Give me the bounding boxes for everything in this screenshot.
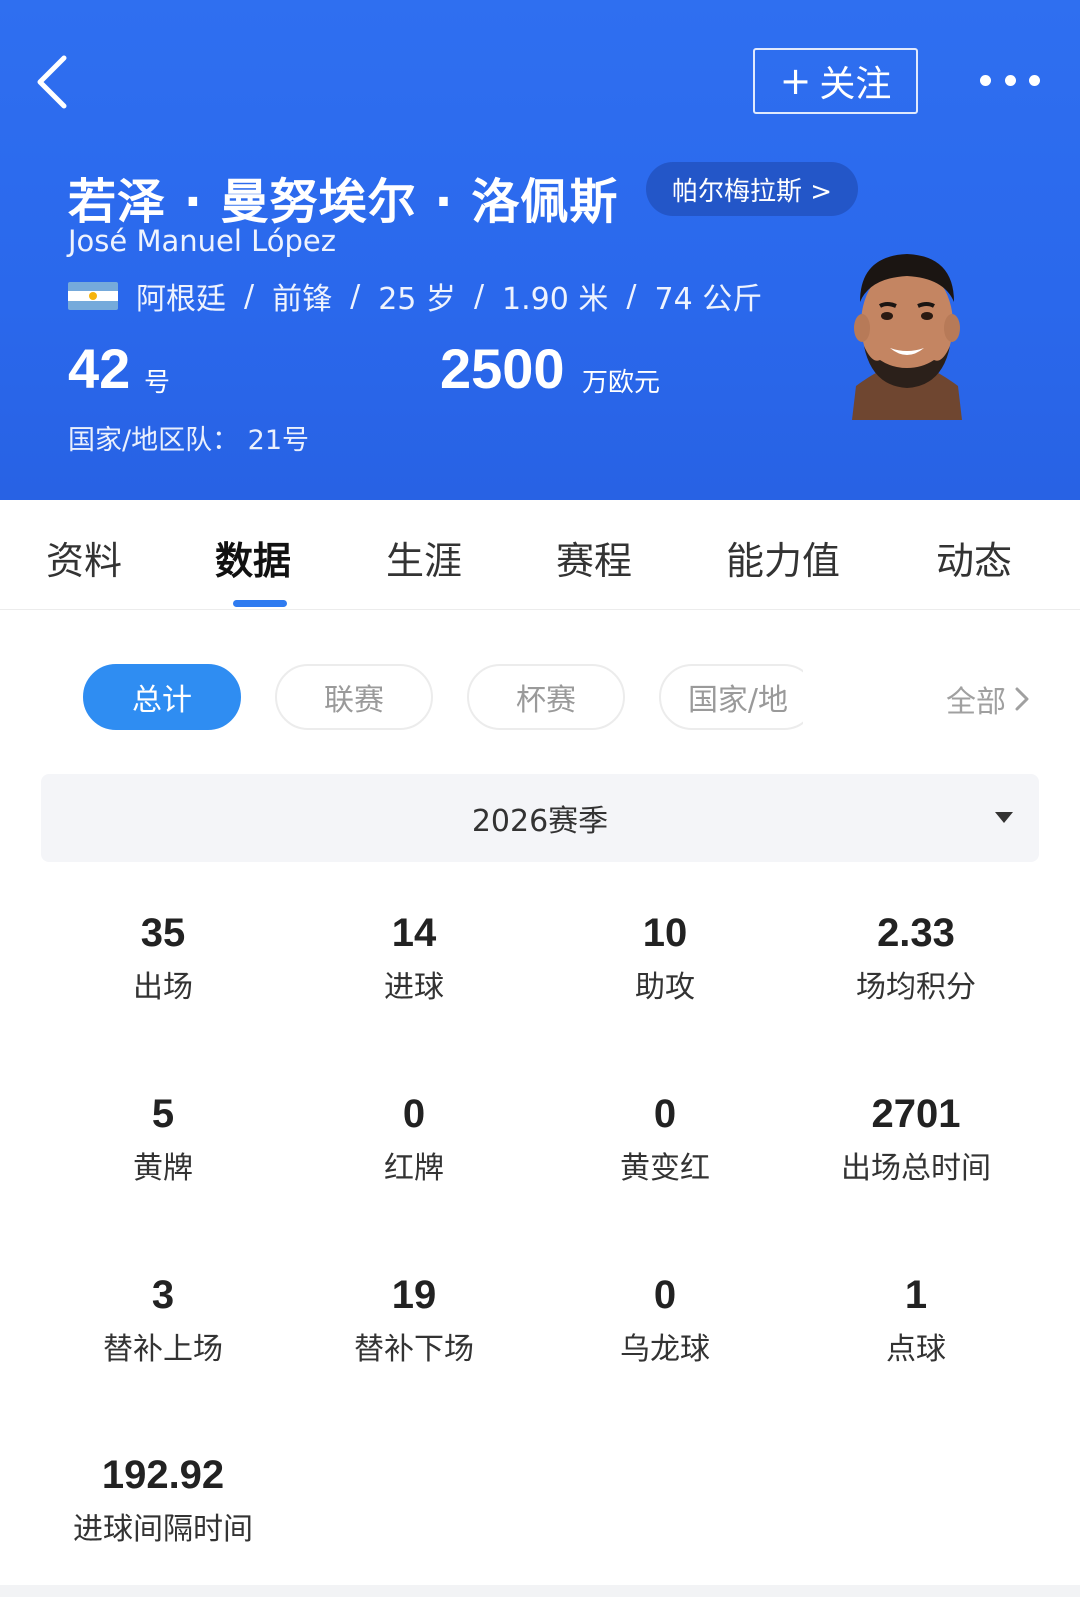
stat-value: 10 — [642, 911, 688, 955]
plus-icon: + — [779, 59, 812, 103]
stat-label: 点球 — [886, 1332, 946, 1367]
info-separator: / — [473, 278, 485, 314]
stat-points-per-game: 2.33 场均积分 — [791, 908, 1041, 1008]
all-label: 全部 — [946, 685, 1006, 720]
player-name-latin: José Manuel López — [68, 224, 336, 258]
player-header: + 关注 若泽 · 曼努埃尔 · 洛佩斯 帕尔梅拉斯 > José Manuel… — [0, 0, 1080, 500]
chip-league[interactable]: 联赛 — [275, 664, 433, 730]
stat-value: 2701 — [871, 1092, 961, 1136]
stat-label: 出场 — [133, 970, 193, 1005]
tab-bar: 资料 数据 生涯 赛程 能力值 动态 — [0, 500, 1080, 610]
info-separator: / — [350, 278, 361, 314]
stat-value: 35 — [140, 911, 186, 955]
stat-label: 替补下场 — [354, 1332, 474, 1367]
market-value-unit: 万欧元 — [582, 368, 661, 398]
all-filters-link[interactable]: 全部 — [946, 677, 1030, 721]
tab-profile[interactable]: 资料 — [46, 530, 122, 585]
back-arrow-icon — [37, 55, 67, 109]
caret-down-icon — [995, 812, 1013, 823]
argentina-flag-icon — [68, 282, 118, 310]
stat-value: 2.33 — [877, 911, 955, 955]
stat-own-goals: 0 乌龙球 — [540, 1270, 790, 1370]
active-tab-indicator — [233, 600, 287, 607]
tab-ability[interactable]: 能力值 — [726, 530, 840, 585]
stat-label: 替补上场 — [103, 1332, 223, 1367]
chip-national[interactable]: 国家/地 — [659, 664, 817, 730]
stat-label: 进球 — [384, 970, 444, 1005]
stat-value: 0 — [653, 1273, 677, 1317]
info-separator: / — [244, 278, 255, 314]
position: 前锋 — [272, 282, 333, 317]
height: 1.90 米 — [502, 282, 609, 317]
season-selected: 2026赛季 — [471, 804, 609, 839]
stat-label: 黄变红 — [620, 1151, 710, 1186]
more-dots-icon — [1029, 74, 1040, 86]
bottom-divider — [0, 1585, 1080, 1597]
stat-label: 出场总时间 — [841, 1151, 991, 1186]
stat-value: 14 — [391, 911, 437, 955]
stat-value: 1 — [904, 1273, 928, 1317]
tab-news[interactable]: 动态 — [936, 530, 1012, 585]
filter-chips: 总计 联赛 杯赛 国家/地 全部 — [0, 664, 1080, 732]
stat-sub-on: 3 替补上场 — [38, 1270, 288, 1370]
stat-minutes-played: 2701 出场总时间 — [791, 1089, 1041, 1189]
market-value: 2500 — [440, 337, 565, 400]
shirt-number: 42 — [68, 337, 131, 400]
stat-value: 19 — [391, 1273, 437, 1317]
stat-appearances: 35 出场 — [38, 908, 288, 1008]
chip-total[interactable]: 总计 — [83, 664, 241, 730]
player-name: 若泽 · 曼努埃尔 · 洛佩斯 — [68, 174, 619, 230]
chip-cup[interactable]: 杯赛 — [467, 664, 625, 730]
season-dropdown[interactable]: 2026赛季 — [41, 774, 1039, 862]
stat-minutes-per-goal: 192.92 进球间隔时间 — [38, 1450, 288, 1550]
more-options-button[interactable] — [980, 62, 1040, 98]
stat-value: 0 — [402, 1092, 426, 1136]
stat-label: 进球间隔时间 — [73, 1512, 253, 1547]
player-info-row: 阿根廷 / 前锋 / 25 岁 / 1.90 米 / 74 公斤 — [68, 274, 762, 318]
stat-label: 乌龙球 — [620, 1332, 710, 1367]
stat-goals: 14 进球 — [289, 908, 539, 1008]
stat-yellow-cards: 5 黄牌 — [38, 1089, 288, 1189]
age: 25 岁 — [378, 282, 456, 317]
stat-label: 红牌 — [384, 1151, 444, 1186]
stat-value: 0 — [653, 1092, 677, 1136]
tab-data[interactable]: 数据 — [215, 530, 291, 585]
follow-button[interactable]: + 关注 — [753, 48, 918, 114]
player-avatar — [852, 254, 962, 420]
stat-second-yellow: 0 黄变红 — [540, 1089, 790, 1189]
stat-label: 黄牌 — [133, 1151, 193, 1186]
chip-scroll-fade — [803, 664, 903, 730]
weight: 74 公斤 — [654, 282, 763, 317]
stat-penalties: 1 点球 — [791, 1270, 1041, 1370]
club-link[interactable]: 帕尔梅拉斯 > — [646, 162, 859, 216]
stat-label: 助攻 — [635, 970, 695, 1005]
more-dots-icon — [980, 74, 991, 86]
info-separator: / — [626, 278, 637, 314]
tab-schedule[interactable]: 赛程 — [556, 530, 632, 585]
chevron-right-icon — [1015, 687, 1029, 711]
more-dots-icon — [1004, 74, 1016, 86]
stat-label: 场均积分 — [856, 970, 976, 1005]
shirt-number-unit: 号 — [144, 368, 171, 398]
nationality: 阿根廷 — [136, 282, 226, 317]
stat-value: 5 — [151, 1092, 175, 1136]
stat-assists: 10 助攻 — [540, 908, 790, 1008]
stat-sub-off: 19 替补下场 — [289, 1270, 539, 1370]
back-button[interactable] — [32, 52, 76, 112]
tab-career[interactable]: 生涯 — [386, 530, 462, 585]
stat-value: 192.92 — [101, 1453, 225, 1497]
follow-label: 关注 — [819, 64, 892, 105]
stat-red-cards: 0 红牌 — [289, 1089, 539, 1189]
stat-value: 3 — [151, 1273, 175, 1317]
national-team-number: 国家/地区队： 21号 — [68, 425, 310, 456]
